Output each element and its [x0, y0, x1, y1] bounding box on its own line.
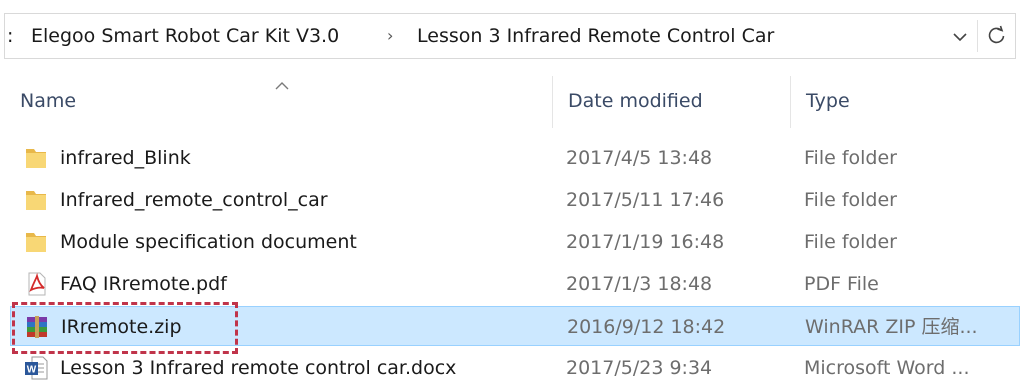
- file-date: 2017/1/19 16:48: [566, 231, 725, 253]
- breadcrumb-overflow[interactable]: :: [7, 14, 13, 58]
- address-bar[interactable]: : Elegoo Smart Robot Car Kit V3.0 › Less…: [4, 13, 1016, 59]
- file-type: Microsoft Word ...: [804, 357, 970, 379]
- breadcrumb-separator[interactable]: ›: [387, 14, 393, 58]
- address-divider: [977, 20, 978, 52]
- folder-icon: [26, 149, 46, 168]
- file-type: PDF File: [804, 273, 879, 295]
- file-date: 2017/5/11 17:46: [566, 189, 725, 211]
- file-row[interactable]: W Lesson 3 Infrared remote control car.d…: [10, 348, 1020, 388]
- file-name: Infrared_remote_control_car: [60, 189, 328, 211]
- file-name: IRremote.zip: [61, 316, 182, 338]
- file-explorer-window: : Elegoo Smart Robot Car Kit V3.0 › Less…: [0, 0, 1020, 392]
- sort-ascending-icon: [275, 82, 289, 90]
- breadcrumb-item-kit[interactable]: Elegoo Smart Robot Car Kit V3.0: [31, 14, 339, 58]
- file-row[interactable]: Module specification document 2017/1/19 …: [10, 222, 1020, 262]
- folder-icon: [26, 191, 46, 210]
- file-name: infrared_Blink: [60, 147, 191, 169]
- file-date: 2017/5/23 9:34: [566, 357, 713, 379]
- file-date: 2017/4/5 13:48: [566, 147, 713, 169]
- file-type: File folder: [804, 147, 897, 169]
- file-date: 2017/1/3 18:48: [566, 273, 713, 295]
- file-date: 2016/9/12 18:42: [567, 316, 726, 338]
- folder-icon: [26, 233, 46, 252]
- file-type: File folder: [804, 189, 897, 211]
- column-divider[interactable]: [552, 76, 553, 128]
- file-row[interactable]: Infrared_remote_control_car 2017/5/11 17…: [10, 180, 1020, 220]
- breadcrumb-item-lesson[interactable]: Lesson 3 Infrared Remote Control Car: [417, 14, 774, 58]
- column-header-type[interactable]: Type: [806, 72, 850, 130]
- pdf-icon: [28, 272, 46, 296]
- file-type: File folder: [804, 231, 897, 253]
- file-row[interactable]: FAQ IRremote.pdf 2017/1/3 18:48 PDF File: [10, 264, 1020, 304]
- refresh-icon[interactable]: [985, 24, 1009, 48]
- winrar-icon: [27, 316, 47, 338]
- column-header-date-modified[interactable]: Date modified: [568, 72, 703, 130]
- file-row-selected[interactable]: IRremote.zip 2016/9/12 18:42 WinRAR ZIP …: [10, 306, 1020, 346]
- column-divider[interactable]: [790, 76, 791, 128]
- word-icon: W: [25, 356, 48, 380]
- file-row[interactable]: infrared_Blink 2017/4/5 13:48 File folde…: [10, 138, 1020, 178]
- chevron-down-icon[interactable]: [949, 26, 971, 48]
- file-name: Module specification document: [60, 231, 357, 253]
- file-type: WinRAR ZIP 压缩...: [805, 316, 978, 338]
- file-name: Lesson 3 Infrared remote control car.doc…: [60, 357, 457, 379]
- svg-text:W: W: [27, 365, 37, 376]
- file-name: FAQ IRremote.pdf: [60, 273, 227, 295]
- column-header-name[interactable]: Name: [20, 72, 76, 130]
